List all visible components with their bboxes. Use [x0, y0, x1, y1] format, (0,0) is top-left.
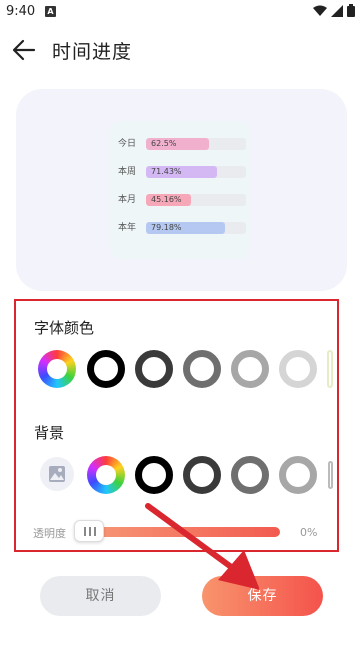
back-button[interactable]: [10, 36, 38, 64]
row-value: 45.16%: [151, 195, 182, 204]
progress-row-year: 本年 79.18%: [118, 221, 246, 235]
cancel-button[interactable]: 取消: [40, 576, 161, 616]
row-label: 今日: [118, 139, 137, 149]
row-label: 本月: [118, 195, 137, 205]
background-swatch-gray[interactable]: [231, 456, 269, 494]
font-color-swatch-gray[interactable]: [183, 350, 221, 388]
status-icons: [313, 4, 355, 17]
opacity-slider-track[interactable]: [78, 527, 280, 537]
header: 时间进度: [0, 28, 363, 72]
row-value: 62.5%: [151, 139, 177, 148]
preview-card: 今日 62.5% 本周 71.43% 本月 45.16% 本年 79.18%: [16, 89, 347, 291]
progress-row-month: 本月 45.16%: [118, 193, 246, 207]
back-arrow-icon: [12, 39, 36, 61]
font-color-swatch-lightgray[interactable]: [231, 350, 269, 388]
progress-widget-preview: 今日 62.5% 本周 71.43% 本月 45.16% 本年 79.18%: [110, 121, 250, 259]
page-title: 时间进度: [52, 41, 133, 63]
image-icon: [49, 466, 65, 482]
font-color-custom-swatch[interactable]: [38, 350, 76, 388]
row-value: 71.43%: [151, 167, 182, 176]
status-time: 9:40: [6, 4, 36, 19]
font-color-label: 字体颜色: [34, 319, 95, 337]
background-label: 背景: [34, 424, 65, 442]
opacity-label: 透明度: [33, 527, 66, 540]
background-swatch-darkgray[interactable]: [183, 456, 221, 494]
background-custom-swatch[interactable]: [87, 456, 125, 494]
save-button[interactable]: 保存: [202, 576, 323, 616]
background-swatch-black[interactable]: [135, 456, 173, 494]
font-color-swatch-darkgray[interactable]: [135, 350, 173, 388]
status-bar: 9:40 A: [0, 0, 363, 26]
background-swatch-lightgray[interactable]: [279, 456, 317, 494]
wifi-icon: [313, 5, 327, 16]
signal-icon: [331, 4, 343, 17]
row-label: 本年: [118, 223, 137, 233]
opacity-value: 0%: [300, 526, 318, 539]
progress-row-week: 本周 71.43%: [118, 165, 246, 179]
progress-row-today: 今日 62.5%: [118, 137, 246, 151]
font-color-swatch-silver[interactable]: [279, 350, 317, 388]
row-label: 本周: [118, 167, 137, 177]
appearance-settings-box: 字体颜色 背景: [14, 299, 339, 552]
background-swatch-partial[interactable]: [328, 461, 333, 489]
font-color-swatch-black[interactable]: [87, 350, 125, 388]
row-value: 79.18%: [151, 223, 182, 232]
battery-icon: [347, 4, 355, 17]
opacity-slider-thumb[interactable]: [74, 520, 104, 542]
font-color-swatch-partial[interactable]: [327, 350, 333, 388]
notification-icon: A: [45, 6, 56, 17]
background-image-button[interactable]: [40, 457, 74, 491]
